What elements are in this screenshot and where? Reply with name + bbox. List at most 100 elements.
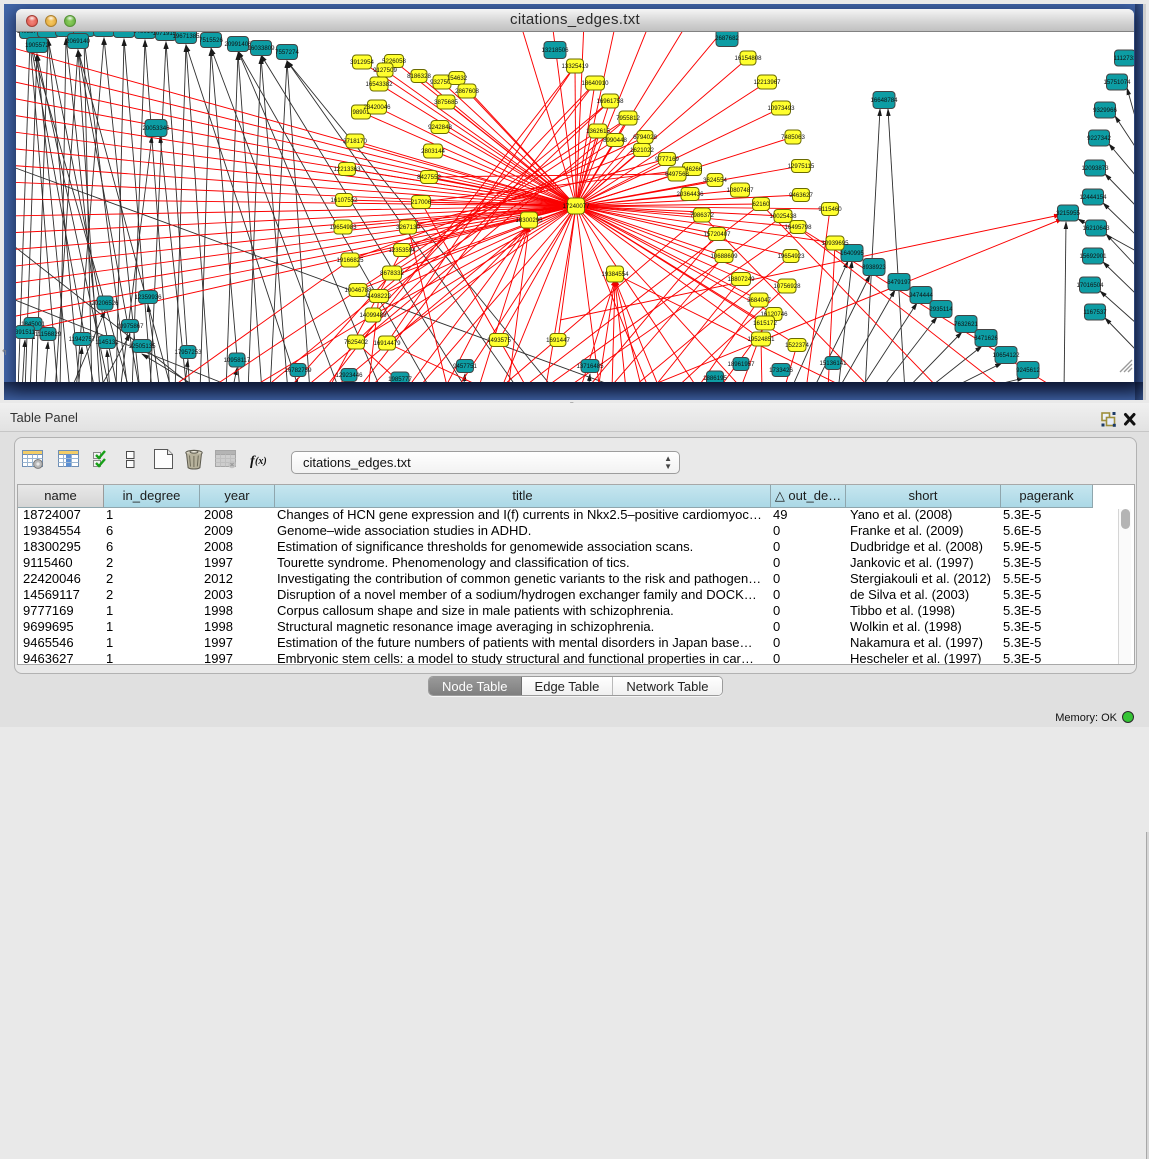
svg-text:9115460: 9115460: [818, 206, 842, 213]
svg-text:19384554: 19384554: [601, 271, 629, 278]
svg-text:20053346: 20053346: [142, 125, 170, 132]
svg-text:1691447: 1691447: [546, 337, 570, 344]
svg-text:217006: 217006: [411, 199, 432, 206]
svg-text:1615172: 1615172: [753, 320, 777, 327]
svg-text:16495798: 16495798: [784, 224, 812, 231]
svg-text:7485063: 7485063: [781, 134, 805, 141]
svg-text:16914479: 16914479: [373, 340, 401, 347]
svg-text:6794028: 6794028: [633, 134, 657, 141]
svg-text:1640995: 1640995: [840, 250, 864, 257]
svg-text:1621022: 1621022: [630, 147, 654, 154]
svg-text:12213363: 12213363: [333, 166, 361, 173]
svg-text:16648784: 16648784: [870, 97, 898, 104]
svg-text:8186328: 8186328: [407, 73, 431, 80]
svg-text:1733426: 1733426: [769, 367, 793, 374]
svg-text:10654122: 10654122: [992, 352, 1020, 359]
svg-text:2935114: 2935114: [929, 306, 953, 313]
svg-text:8678332: 8678332: [380, 270, 404, 277]
svg-text:18300295: 18300295: [515, 217, 543, 224]
svg-text:15720407: 15720407: [703, 231, 731, 238]
svg-text:1493575: 1493575: [487, 337, 511, 344]
svg-text:10939695: 10939695: [821, 240, 849, 247]
svg-text:12213967: 12213967: [753, 79, 781, 86]
svg-text:2069140: 2069140: [66, 38, 90, 45]
svg-text:8427552: 8427552: [417, 174, 441, 181]
svg-text:15136141: 15136141: [819, 360, 847, 367]
svg-text:1362615: 1362615: [586, 128, 610, 135]
svg-text:2867608: 2867608: [455, 88, 479, 95]
svg-text:19166825: 19166825: [336, 257, 364, 264]
svg-text:9457751: 9457751: [453, 363, 477, 370]
svg-text:12975115: 12975115: [788, 163, 815, 170]
svg-text:12093873: 12093873: [1081, 165, 1109, 172]
svg-text:10807487: 10807487: [726, 187, 754, 194]
svg-text:3267130: 3267130: [396, 224, 420, 231]
svg-text:9245612: 9245612: [1016, 367, 1040, 374]
svg-text:10688609: 10688609: [710, 253, 738, 260]
svg-text:10958117: 10958117: [224, 357, 251, 364]
svg-text:1145131: 1145131: [95, 339, 119, 346]
svg-text:10975867: 10975867: [116, 323, 144, 330]
svg-text:12444154: 12444154: [1079, 194, 1107, 201]
svg-text:3912954: 3912954: [350, 59, 374, 66]
svg-text:1886195: 1886195: [703, 375, 727, 382]
svg-text:18961957: 18961957: [727, 361, 755, 368]
svg-text:16543382: 16543382: [365, 81, 393, 88]
svg-text:16154808: 16154808: [734, 55, 762, 62]
svg-text:20206526: 20206526: [91, 300, 119, 307]
svg-text:12359936: 12359936: [134, 294, 162, 301]
svg-text:9242848: 9242848: [428, 124, 452, 131]
svg-text:1112731: 1112731: [1114, 55, 1134, 62]
svg-text:3215955: 3215955: [1056, 210, 1080, 217]
svg-text:16782759: 16782759: [284, 367, 312, 374]
svg-text:17240077: 17240077: [562, 203, 590, 210]
svg-text:154632: 154632: [447, 75, 468, 82]
svg-text:13716485: 13716485: [576, 363, 604, 370]
svg-text:6479197: 6479197: [887, 279, 911, 286]
svg-text:8990448: 8990448: [603, 137, 627, 144]
svg-text:2687682: 2687682: [715, 35, 739, 42]
svg-text:14099489: 14099489: [359, 312, 387, 319]
svg-text:8938923: 8938923: [862, 264, 886, 271]
svg-text:23420046: 23420046: [363, 104, 391, 111]
svg-text:1498222: 1498222: [367, 293, 391, 300]
svg-text:12505135: 12505135: [128, 343, 156, 350]
svg-text:19654923: 19654923: [777, 253, 805, 260]
svg-text:11156829: 11156829: [35, 331, 62, 338]
svg-text:18640910: 18640910: [581, 80, 609, 87]
svg-text:3875685: 3875685: [434, 99, 458, 106]
svg-text:13218506: 13218506: [541, 47, 569, 54]
svg-text:7986372: 7986372: [690, 212, 714, 219]
svg-text:9329966: 9329966: [1093, 107, 1117, 114]
svg-text:7632621: 7632621: [954, 321, 978, 328]
svg-text:(x): (x): [255, 456, 267, 467]
svg-text:7515526: 7515526: [199, 37, 223, 44]
svg-text:1522374: 1522374: [785, 342, 809, 349]
svg-text:19524851: 19524851: [747, 336, 775, 343]
svg-text:16033809: 16033809: [247, 45, 275, 52]
svg-text:10756928: 10756928: [773, 283, 801, 290]
svg-text:12353594: 12353594: [388, 247, 416, 254]
svg-text:16210643: 16210643: [1082, 225, 1110, 232]
svg-text:17016504: 17016504: [1076, 282, 1104, 289]
svg-text:16961758: 16961758: [596, 98, 624, 105]
svg-text:2803144: 2803144: [421, 148, 445, 155]
svg-text:1167537: 1167537: [1083, 309, 1107, 316]
svg-text:9227342: 9227342: [1087, 135, 1111, 142]
svg-text:1905572: 1905572: [25, 42, 49, 49]
svg-text:10025438: 10025438: [769, 213, 797, 220]
svg-text:3624554: 3624554: [703, 177, 727, 184]
svg-text:9127509: 9127509: [373, 67, 397, 74]
svg-text:62160: 62160: [753, 201, 771, 208]
svg-text:17957253: 17957253: [174, 349, 202, 356]
svg-text:9463627: 9463627: [789, 192, 813, 199]
svg-text:9474444: 9474444: [909, 292, 933, 299]
svg-text:10973493: 10973493: [767, 105, 795, 112]
svg-text:3684047: 3684047: [747, 297, 771, 304]
svg-text:7955812: 7955812: [616, 115, 640, 122]
svg-text:19654983: 19654983: [329, 224, 357, 231]
svg-text:13325419: 13325419: [561, 63, 589, 70]
svg-text:9777169: 9777169: [655, 156, 679, 163]
svg-text:19671385: 19671385: [172, 33, 200, 40]
svg-text:8471626: 8471626: [974, 335, 998, 342]
